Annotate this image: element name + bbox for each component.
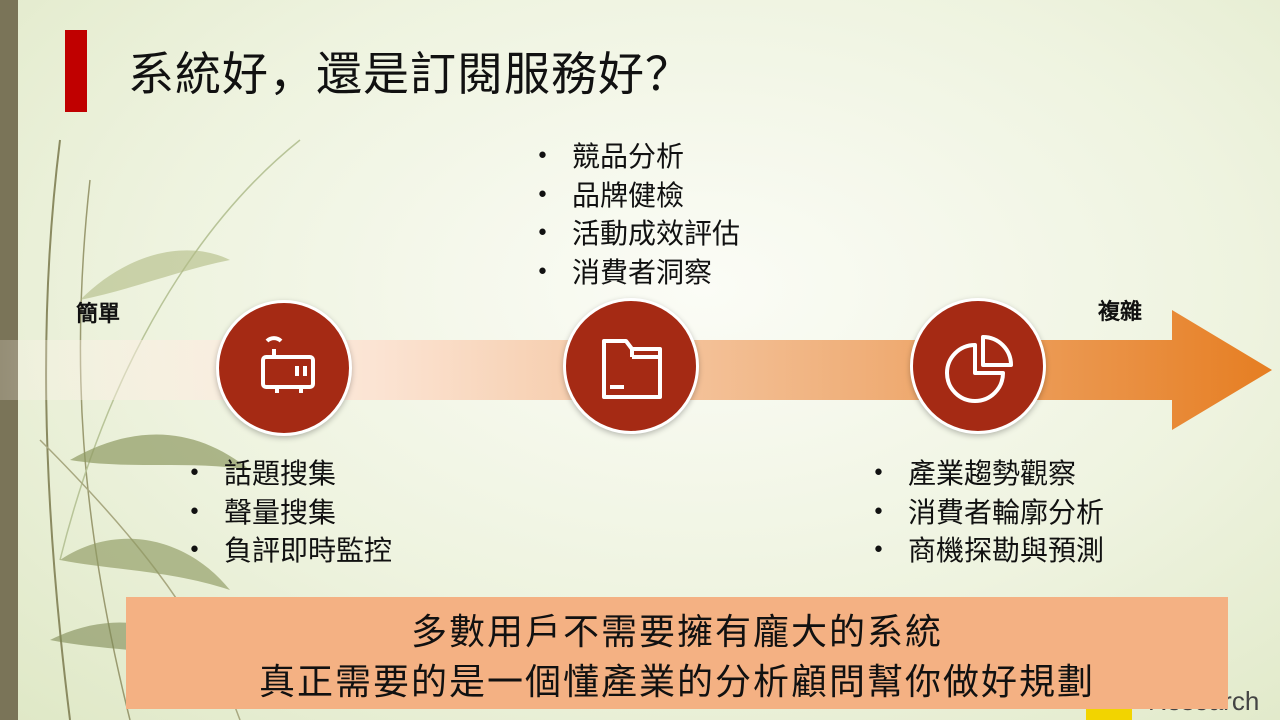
logo-mark — [1086, 708, 1132, 720]
list-basic-services: 話題搜集 聲量搜集 負評即時監控 — [186, 455, 392, 571]
title-accent-bar — [65, 30, 87, 112]
router-icon — [261, 336, 315, 393]
list-complex-services: 產業趨勢觀察 消費者輪廓分析 商機探勘與預測 — [870, 455, 1104, 571]
stage-circle-insight — [910, 298, 1046, 434]
callout-box: 多數用戶不需要擁有龐大的系統 真正需要的是一個懂產業的分析顧問幫你做好規劃 — [126, 597, 1228, 709]
list-item: 競品分析 — [534, 138, 740, 177]
list-item: 消費者洞察 — [534, 254, 740, 293]
list-item: 負評即時監控 — [186, 532, 392, 571]
axis-label-simple: 簡單 — [76, 302, 121, 327]
axis-label-complex: 複雜 — [1098, 300, 1143, 325]
list-advanced-services: 競品分析 品牌健檢 活動成效評估 消費者洞察 — [534, 138, 740, 292]
list-item: 消費者輪廓分析 — [870, 494, 1104, 533]
list-item: 品牌健檢 — [534, 177, 740, 216]
list-item: 產業趨勢觀察 — [870, 455, 1104, 494]
list-item: 話題搜集 — [186, 455, 392, 494]
list-item: 商機探勘與預測 — [870, 532, 1104, 571]
callout-line-2: 真正需要的是一個懂產業的分析顧問幫你做好規劃 — [258, 662, 1095, 703]
stage-circle-basic — [216, 300, 352, 436]
slide-title: 系統好，還是訂閱服務好？ — [128, 47, 692, 101]
folder-icon — [602, 339, 662, 399]
stage-circle-analysis — [563, 298, 699, 434]
callout-line-1: 多數用戶不需要擁有龐大的系統 — [410, 612, 943, 653]
list-item: 活動成效評估 — [534, 215, 740, 254]
slide: 系統好，還是訂閱服務好？ 簡單 複雜 • 競品分析 • 品牌健檢 • 活動成效評… — [0, 0, 1280, 720]
pie-chart-icon — [945, 335, 1013, 403]
list-item: 聲量搜集 — [186, 494, 392, 533]
